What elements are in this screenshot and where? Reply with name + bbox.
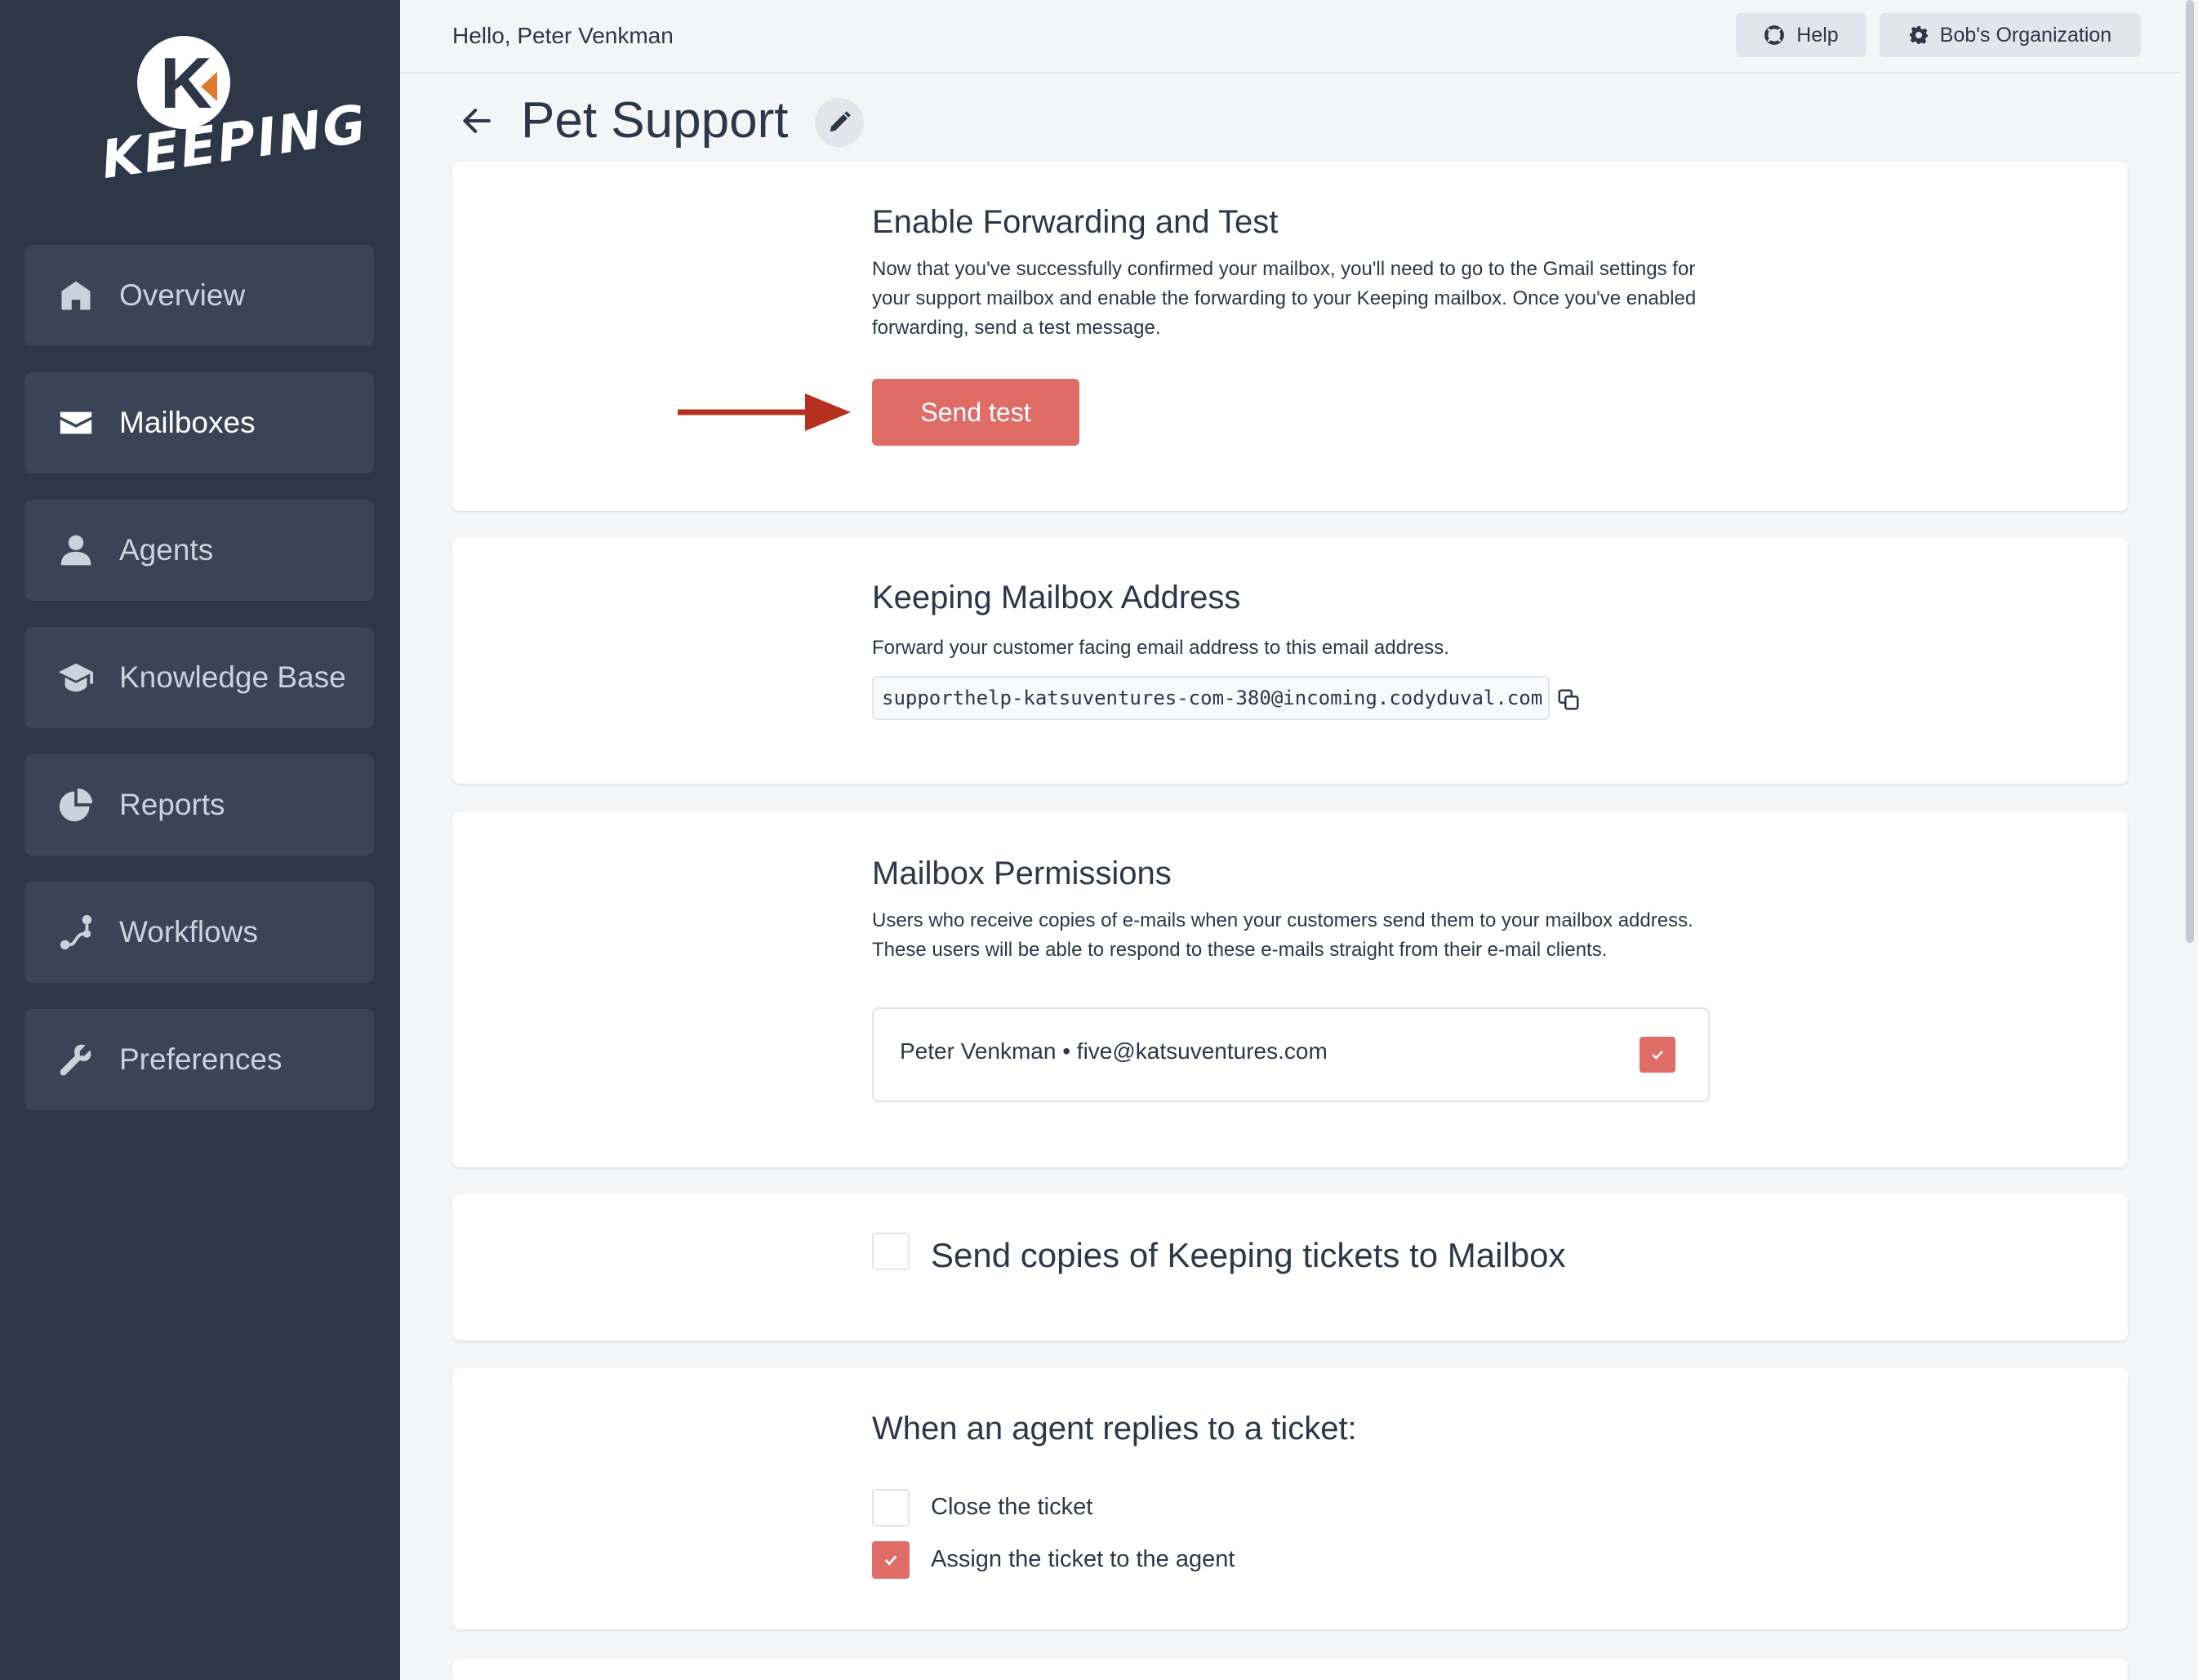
checkmark-icon — [884, 1555, 897, 1566]
mailbox-address-field[interactable]: supporthelp-katsuventures-com-380@incomi… — [872, 676, 1550, 720]
send-test-button[interactable]: Send test — [872, 379, 1079, 446]
gear-icon — [1909, 26, 1928, 44]
sidebar-item-overview[interactable]: Overview — [24, 245, 374, 346]
sidebar-item-label: Agents — [119, 533, 214, 567]
assign-ticket-label: Assign the ticket to the agent — [931, 1546, 1235, 1572]
edit-title-button[interactable] — [815, 98, 864, 147]
scrollbar-thumb[interactable] — [2186, 0, 2194, 943]
page-title: Pet Support — [521, 92, 789, 149]
workflow-icon — [57, 913, 95, 951]
pointer-arrow-icon — [678, 393, 851, 431]
pie-chart-icon — [57, 786, 95, 824]
graduation-cap-icon — [57, 659, 95, 696]
sidebar-item-agents[interactable]: Agents — [24, 500, 374, 601]
permission-user-checkbox[interactable] — [1640, 1037, 1675, 1073]
forwarding-title: Enable Forwarding and Test — [872, 204, 1279, 240]
greeting-text: Hello, Peter Venkman — [452, 23, 674, 48]
organization-button[interactable]: Bob's Organization — [1880, 13, 2141, 57]
organization-label: Bob's Organization — [1939, 23, 2112, 47]
permissions-card: Mailbox Permissions Users who receive co… — [452, 811, 2128, 1167]
sidebar-item-label: Overview — [119, 278, 246, 312]
user-icon — [57, 531, 95, 569]
logo-accent-shape — [201, 72, 217, 101]
top-bar: Hello, Peter Venkman Help Bob's Organiza… — [400, 0, 2198, 73]
copies-card: Send copies of Keeping tickets to Mailbo… — [452, 1193, 2128, 1340]
permission-user-row: Peter Venkman • five@katsuventures.com — [872, 1007, 1710, 1102]
forwarding-card: Enable Forwarding and Test Now that you'… — [452, 162, 2128, 511]
keeping-logo[interactable]: K KEEPING — [98, 36, 372, 199]
sidebar-item-workflows[interactable]: Workflows — [24, 882, 374, 983]
permission-user-label: Peter Venkman • five@katsuventures.com — [900, 1038, 1328, 1064]
envelope-icon — [57, 404, 95, 442]
sidebar-nav: Overview Mailboxes Agents Knowledge Base… — [24, 245, 374, 1136]
forwarding-description: Now that you've successfully confirmed y… — [872, 258, 1697, 339]
permissions-description: Users who receive copies of e-mails when… — [872, 909, 1693, 961]
checkmark-icon — [1652, 1050, 1663, 1060]
sidebar-item-label: Knowledge Base — [119, 660, 346, 694]
help-button[interactable]: Help — [1736, 13, 1867, 57]
copy-icon[interactable] — [1556, 687, 1581, 712]
page-scrollbar[interactable] — [2180, 0, 2198, 1680]
sidebar-item-label: Workflows — [119, 915, 258, 949]
close-ticket-checkbox[interactable] — [872, 1489, 910, 1527]
sidebar-item-label: Reports — [119, 788, 225, 821]
next-card — [452, 1659, 2128, 1680]
agent-reply-card: When an agent replies to a ticket: Close… — [452, 1368, 2128, 1629]
sidebar-item-reports[interactable]: Reports — [24, 754, 374, 856]
back-arrow-icon[interactable] — [459, 103, 495, 139]
assign-ticket-checkbox[interactable] — [872, 1541, 910, 1579]
sidebar-item-label: Preferences — [119, 1042, 283, 1076]
sidebar-item-preferences[interactable]: Preferences — [24, 1009, 374, 1110]
send-copies-checkbox[interactable] — [872, 1233, 910, 1270]
sidebar-item-mailboxes[interactable]: Mailboxes — [24, 372, 374, 473]
sidebar: K KEEPING Overview Mailboxes Agents Know… — [0, 0, 400, 1680]
help-label: Help — [1796, 23, 1839, 47]
wrench-icon — [57, 1041, 95, 1078]
close-ticket-label: Close the ticket — [931, 1494, 1093, 1520]
pencil-icon — [830, 111, 851, 132]
mailbox-address-description: Forward your customer facing email addre… — [872, 637, 1449, 659]
send-copies-label: Send copies of Keeping tickets to Mailbo… — [931, 1236, 1566, 1274]
mailbox-address-title: Keeping Mailbox Address — [872, 580, 1241, 616]
logo-wordmark: KEEPING — [97, 94, 372, 191]
permissions-title: Mailbox Permissions — [872, 856, 1172, 891]
agent-reply-title: When an agent replies to a ticket: — [872, 1411, 1357, 1447]
home-icon — [57, 277, 95, 314]
sidebar-item-knowledge-base[interactable]: Knowledge Base — [24, 627, 374, 728]
mailbox-address-card: Keeping Mailbox Address Forward your cus… — [452, 537, 2128, 784]
lifebuoy-icon — [1764, 25, 1785, 45]
sidebar-item-label: Mailboxes — [119, 406, 256, 439]
